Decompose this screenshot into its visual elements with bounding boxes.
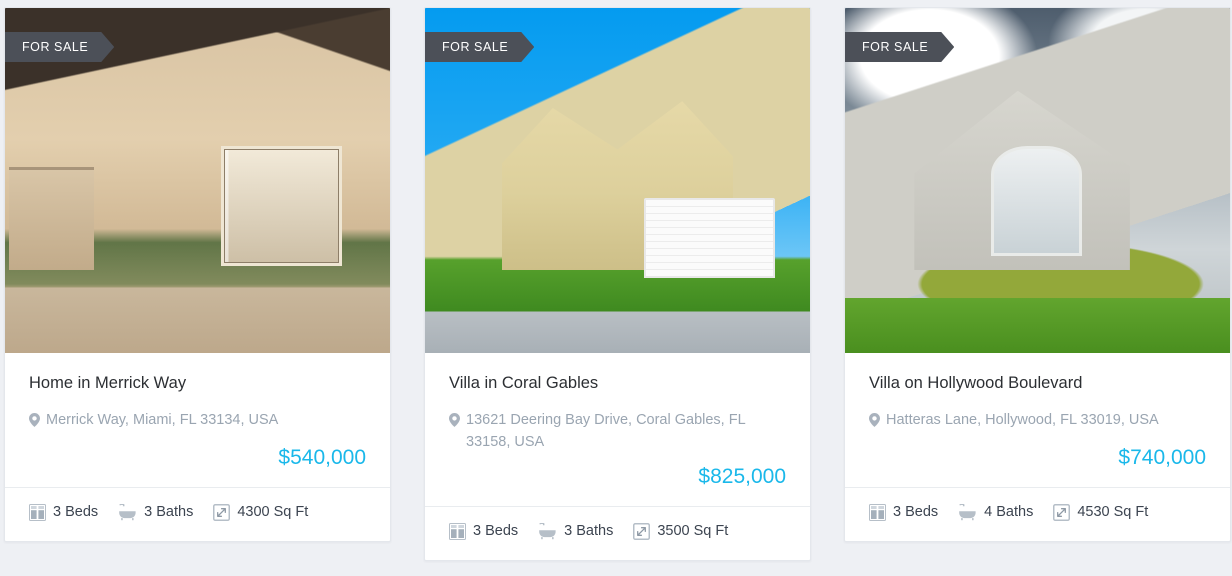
feature-baths-label: 3 Baths <box>564 523 614 540</box>
property-price: $540,000 <box>278 445 366 469</box>
area-expand-icon <box>633 522 651 540</box>
bed-icon <box>869 503 886 521</box>
property-address: Hatteras Lane, Hollywood, FL 33019, USA <box>869 409 1206 434</box>
property-photo[interactable]: FOR SALE <box>845 8 1230 353</box>
feature-beds-label: 3 Beds <box>893 504 939 521</box>
property-address-text: Hatteras Lane, Hollywood, FL 33019, USA <box>886 411 1159 428</box>
property-address: 13621 Deering Bay Drive, Coral Gables, F… <box>449 409 786 453</box>
feature-beds: 3 Beds <box>449 522 519 540</box>
feature-area-label: 4300 Sq Ft <box>237 504 309 521</box>
property-card[interactable]: FOR SALE Villa in Coral Gables 13621 Dee… <box>424 7 811 561</box>
property-card[interactable]: FOR SALE Villa on Hollywood Boulevard Ha… <box>844 7 1231 542</box>
feature-baths-label: 3 Baths <box>144 504 194 521</box>
feature-baths: 4 Baths <box>958 503 1034 521</box>
feature-beds: 3 Beds <box>869 503 939 521</box>
feature-area-label: 4530 Sq Ft <box>1077 504 1149 521</box>
bathtub-icon <box>118 503 137 521</box>
map-pin-icon <box>449 412 460 434</box>
feature-area: 4300 Sq Ft <box>213 503 309 521</box>
property-card[interactable]: FOR SALE Home in Merrick Way Merrick Way… <box>4 7 391 542</box>
feature-beds: 3 Beds <box>29 503 99 521</box>
feature-baths: 3 Baths <box>118 503 194 521</box>
feature-area: 4530 Sq Ft <box>1053 503 1149 521</box>
property-details: Villa in Coral Gables 13621 Deering Bay … <box>425 353 810 506</box>
property-features: 3 Beds 3 Baths <box>5 486 390 541</box>
property-details: Villa on Hollywood Boulevard Hatteras La… <box>845 353 1230 487</box>
property-photo[interactable]: FOR SALE <box>5 8 390 353</box>
bathtub-icon <box>958 503 977 521</box>
map-pin-icon <box>29 412 40 434</box>
map-pin-icon <box>869 412 880 434</box>
feature-baths: 3 Baths <box>538 522 614 540</box>
feature-beds-label: 3 Beds <box>473 523 519 540</box>
bed-icon <box>449 522 466 540</box>
status-badge: FOR SALE <box>425 32 534 62</box>
feature-area: 3500 Sq Ft <box>633 522 729 540</box>
feature-area-label: 3500 Sq Ft <box>657 523 729 540</box>
property-title[interactable]: Villa in Coral Gables <box>449 373 786 394</box>
property-features: 3 Beds 4 Baths 4530 Sq Ft <box>845 486 1230 541</box>
status-badge: FOR SALE <box>5 32 114 62</box>
feature-beds-label: 3 Beds <box>53 504 99 521</box>
property-details: Home in Merrick Way Merrick Way, Miami, … <box>5 353 390 487</box>
property-address: Merrick Way, Miami, FL 33134, USA <box>29 409 366 434</box>
property-title[interactable]: Home in Merrick Way <box>29 373 366 394</box>
property-photo[interactable]: FOR SALE <box>425 8 810 353</box>
bathtub-icon <box>538 522 557 540</box>
property-address-text: Merrick Way, Miami, FL 33134, USA <box>46 411 279 428</box>
property-listing-grid: FOR SALE Home in Merrick Way Merrick Way… <box>0 0 1232 561</box>
property-address-text: 13621 Deering Bay Drive, Coral Gables, F… <box>466 411 746 450</box>
area-expand-icon <box>213 503 231 521</box>
property-title[interactable]: Villa on Hollywood Boulevard <box>869 373 1206 394</box>
status-badge: FOR SALE <box>845 32 954 62</box>
feature-baths-label: 4 Baths <box>984 504 1034 521</box>
bed-icon <box>29 503 46 521</box>
area-expand-icon <box>1053 503 1071 521</box>
property-price: $740,000 <box>1118 445 1206 469</box>
property-price: $825,000 <box>698 464 786 488</box>
property-features: 3 Beds 3 Baths <box>425 505 810 560</box>
